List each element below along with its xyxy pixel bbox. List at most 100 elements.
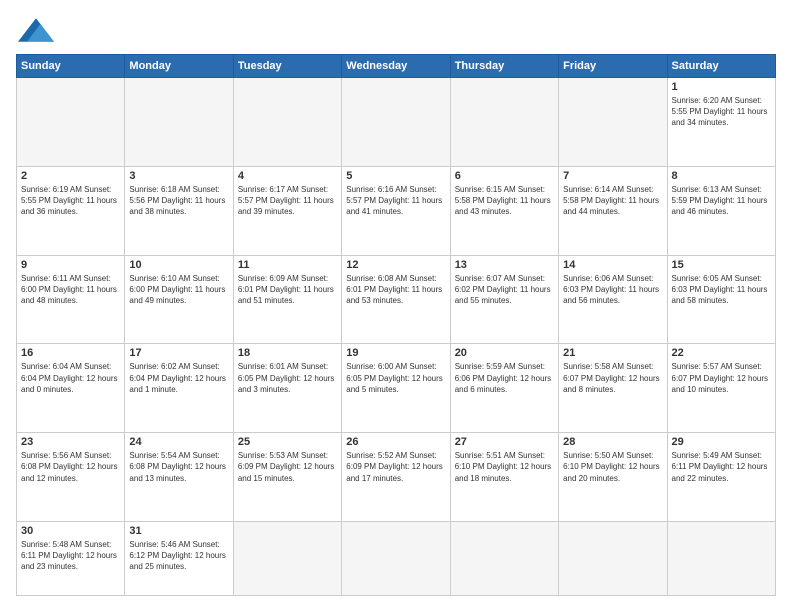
day-number: 26 — [346, 436, 445, 448]
day-info: Sunrise: 6:09 AM Sunset: 6:01 PM Dayligh… — [238, 273, 337, 307]
calendar-cell: 10 Sunrise: 6:10 AM Sunset: 6:00 PM Dayli… — [125, 255, 233, 344]
day-number: 7 — [563, 170, 662, 182]
day-number: 25 — [238, 436, 337, 448]
calendar-cell: 13 Sunrise: 6:07 AM Sunset: 6:02 PM Dayli… — [450, 255, 558, 344]
calendar-cell — [233, 78, 341, 167]
calendar-cell: 7 Sunrise: 6:14 AM Sunset: 5:58 PM Daylig… — [559, 166, 667, 255]
calendar-cell: 9 Sunrise: 6:11 AM Sunset: 6:00 PM Daylig… — [17, 255, 125, 344]
calendar-day-header: Wednesday — [342, 55, 450, 78]
calendar-cell: 1 Sunrise: 6:20 AM Sunset: 5:55 PM Daylig… — [667, 78, 775, 167]
calendar-cell: 18 Sunrise: 6:01 AM Sunset: 6:05 PM Dayli… — [233, 344, 341, 433]
day-number: 11 — [238, 259, 337, 271]
calendar-cell: 22 Sunrise: 5:57 AM Sunset: 6:07 PM Dayli… — [667, 344, 775, 433]
calendar-header-row: SundayMondayTuesdayWednesdayThursdayFrid… — [17, 55, 776, 78]
page: SundayMondayTuesdayWednesdayThursdayFrid… — [0, 0, 792, 612]
calendar-cell: 24 Sunrise: 5:54 AM Sunset: 6:08 PM Dayli… — [125, 433, 233, 522]
day-info: Sunrise: 6:11 AM Sunset: 6:00 PM Dayligh… — [21, 273, 120, 307]
day-info: Sunrise: 5:53 AM Sunset: 6:09 PM Dayligh… — [238, 450, 337, 484]
calendar-cell: 6 Sunrise: 6:15 AM Sunset: 5:58 PM Daylig… — [450, 166, 558, 255]
day-number: 9 — [21, 259, 120, 271]
day-number: 28 — [563, 436, 662, 448]
day-info: Sunrise: 6:20 AM Sunset: 5:55 PM Dayligh… — [672, 95, 771, 129]
calendar-table: SundayMondayTuesdayWednesdayThursdayFrid… — [16, 54, 776, 596]
day-info: Sunrise: 5:51 AM Sunset: 6:10 PM Dayligh… — [455, 450, 554, 484]
calendar-cell: 12 Sunrise: 6:08 AM Sunset: 6:01 PM Dayli… — [342, 255, 450, 344]
day-info: Sunrise: 6:19 AM Sunset: 5:55 PM Dayligh… — [21, 184, 120, 218]
calendar-cell: 21Sunrise: 5:58 AM Sunset: 6:07 PM Dayli… — [559, 344, 667, 433]
day-info: Sunrise: 5:58 AM Sunset: 6:07 PM Dayligh… — [563, 361, 662, 395]
calendar-cell: 29Sunrise: 5:49 AM Sunset: 6:11 PM Dayli… — [667, 433, 775, 522]
day-number: 24 — [129, 436, 228, 448]
day-info: Sunrise: 6:08 AM Sunset: 6:01 PM Dayligh… — [346, 273, 445, 307]
calendar-day-header: Sunday — [17, 55, 125, 78]
day-number: 30 — [21, 525, 120, 537]
calendar-cell — [17, 78, 125, 167]
calendar-cell: 3Sunrise: 6:18 AM Sunset: 5:56 PM Daylig… — [125, 166, 233, 255]
day-number: 20 — [455, 347, 554, 359]
calendar-cell: 31Sunrise: 5:46 AM Sunset: 6:12 PM Dayli… — [125, 521, 233, 595]
calendar-cell: 8 Sunrise: 6:13 AM Sunset: 5:59 PM Daylig… — [667, 166, 775, 255]
calendar-cell: 27 Sunrise: 5:51 AM Sunset: 6:10 PM Dayli… — [450, 433, 558, 522]
day-number: 4 — [238, 170, 337, 182]
calendar-cell — [450, 78, 558, 167]
calendar-cell: 28 Sunrise: 5:50 AM Sunset: 6:10 PM Dayli… — [559, 433, 667, 522]
day-info: Sunrise: 5:50 AM Sunset: 6:10 PM Dayligh… — [563, 450, 662, 484]
day-info: Sunrise: 5:57 AM Sunset: 6:07 PM Dayligh… — [672, 361, 771, 395]
calendar-cell: 19Sunrise: 6:00 AM Sunset: 6:05 PM Dayli… — [342, 344, 450, 433]
day-number: 12 — [346, 259, 445, 271]
day-info: Sunrise: 6:10 AM Sunset: 6:00 PM Dayligh… — [129, 273, 228, 307]
calendar-cell: 25 Sunrise: 5:53 AM Sunset: 6:09 PM Dayli… — [233, 433, 341, 522]
calendar-cell: 14 Sunrise: 6:06 AM Sunset: 6:03 PM Dayli… — [559, 255, 667, 344]
day-info: Sunrise: 6:05 AM Sunset: 6:03 PM Dayligh… — [672, 273, 771, 307]
calendar-cell: 15 Sunrise: 6:05 AM Sunset: 6:03 PM Dayli… — [667, 255, 775, 344]
logo — [16, 16, 54, 44]
day-number: 10 — [129, 259, 228, 271]
calendar-week-row: 23Sunrise: 5:56 AM Sunset: 6:08 PM Dayli… — [17, 433, 776, 522]
day-number: 18 — [238, 347, 337, 359]
calendar-cell: 17Sunrise: 6:02 AM Sunset: 6:04 PM Dayli… — [125, 344, 233, 433]
day-number: 8 — [672, 170, 771, 182]
calendar-cell: 23Sunrise: 5:56 AM Sunset: 6:08 PM Dayli… — [17, 433, 125, 522]
day-info: Sunrise: 6:15 AM Sunset: 5:58 PM Dayligh… — [455, 184, 554, 218]
day-number: 16 — [21, 347, 120, 359]
calendar-cell: 5 Sunrise: 6:16 AM Sunset: 5:57 PM Daylig… — [342, 166, 450, 255]
calendar-cell: 4 Sunrise: 6:17 AM Sunset: 5:57 PM Daylig… — [233, 166, 341, 255]
calendar-day-header: Tuesday — [233, 55, 341, 78]
calendar-cell — [125, 78, 233, 167]
day-number: 14 — [563, 259, 662, 271]
day-number: 17 — [129, 347, 228, 359]
day-info: Sunrise: 5:56 AM Sunset: 6:08 PM Dayligh… — [21, 450, 120, 484]
logo-icon — [18, 16, 54, 44]
day-info: Sunrise: 6:18 AM Sunset: 5:56 PM Dayligh… — [129, 184, 228, 218]
calendar-cell — [559, 78, 667, 167]
day-number: 1 — [672, 81, 771, 93]
calendar-week-row: 2Sunrise: 6:19 AM Sunset: 5:55 PM Daylig… — [17, 166, 776, 255]
day-number: 6 — [455, 170, 554, 182]
calendar-cell — [342, 78, 450, 167]
calendar-day-header: Friday — [559, 55, 667, 78]
day-info: Sunrise: 6:06 AM Sunset: 6:03 PM Dayligh… — [563, 273, 662, 307]
calendar-cell — [667, 521, 775, 595]
day-info: Sunrise: 6:14 AM Sunset: 5:58 PM Dayligh… — [563, 184, 662, 218]
day-info: Sunrise: 6:13 AM Sunset: 5:59 PM Dayligh… — [672, 184, 771, 218]
day-number: 22 — [672, 347, 771, 359]
day-info: Sunrise: 6:17 AM Sunset: 5:57 PM Dayligh… — [238, 184, 337, 218]
calendar-cell — [342, 521, 450, 595]
day-number: 31 — [129, 525, 228, 537]
calendar-cell — [450, 521, 558, 595]
day-info: Sunrise: 5:54 AM Sunset: 6:08 PM Dayligh… — [129, 450, 228, 484]
calendar-cell: 16Sunrise: 6:04 AM Sunset: 6:04 PM Dayli… — [17, 344, 125, 433]
day-info: Sunrise: 6:01 AM Sunset: 6:05 PM Dayligh… — [238, 361, 337, 395]
day-info: Sunrise: 5:48 AM Sunset: 6:11 PM Dayligh… — [21, 539, 120, 573]
day-number: 13 — [455, 259, 554, 271]
day-info: Sunrise: 5:59 AM Sunset: 6:06 PM Dayligh… — [455, 361, 554, 395]
day-number: 27 — [455, 436, 554, 448]
day-number: 15 — [672, 259, 771, 271]
calendar-cell: 2Sunrise: 6:19 AM Sunset: 5:55 PM Daylig… — [17, 166, 125, 255]
day-number: 5 — [346, 170, 445, 182]
day-info: Sunrise: 6:16 AM Sunset: 5:57 PM Dayligh… — [346, 184, 445, 218]
day-info: Sunrise: 6:07 AM Sunset: 6:02 PM Dayligh… — [455, 273, 554, 307]
calendar-week-row: 30 Sunrise: 5:48 AM Sunset: 6:11 PM Dayli… — [17, 521, 776, 595]
header — [16, 16, 776, 44]
calendar-day-header: Monday — [125, 55, 233, 78]
